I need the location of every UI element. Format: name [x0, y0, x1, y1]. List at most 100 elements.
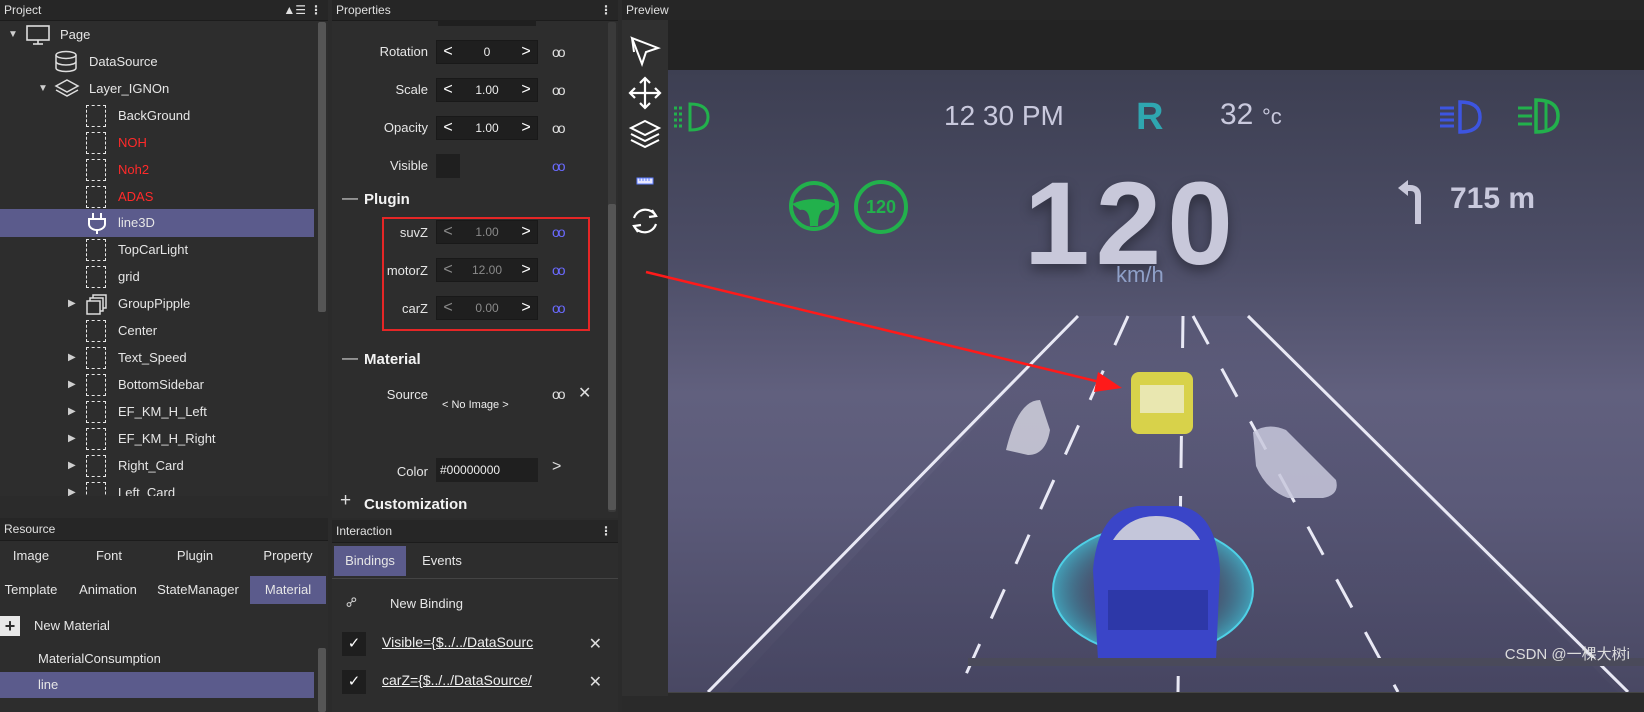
- tab-statemanager[interactable]: StateManager: [150, 576, 246, 604]
- scale-stepper[interactable]: < 1.00 >: [436, 78, 538, 102]
- tab-events[interactable]: Events: [412, 546, 472, 576]
- properties-menu-icon[interactable]: ⋮: [600, 0, 612, 20]
- move-arrows-icon[interactable]: [628, 76, 662, 110]
- binding-link-icon[interactable]: oo: [552, 386, 566, 402]
- rotation-stepper[interactable]: < 0 >: [436, 40, 538, 64]
- tab-property[interactable]: Property: [250, 542, 326, 570]
- decrement-icon[interactable]: <: [439, 41, 457, 63]
- opacity-row: Opacity < 1.00 > oo: [332, 114, 618, 144]
- binding-expression-link[interactable]: carZ={$../../DataSource/: [382, 672, 532, 688]
- preview-panel-title: Preview: [622, 0, 1644, 21]
- expand-arrow-icon[interactable]: ▶: [68, 398, 76, 426]
- interaction-panel-title: Interaction ⋮: [332, 520, 618, 543]
- properties-panel: Properties ⋮ Rotation < 0 > oo Scale < 1…: [332, 0, 618, 518]
- tree-item-line3d[interactable]: line3D: [0, 209, 314, 237]
- resource-scrollbar[interactable]: [318, 648, 326, 712]
- visible-checkbox[interactable]: [436, 154, 460, 178]
- color-picker-arrow-icon[interactable]: >: [552, 458, 561, 476]
- collapse-arrow-icon[interactable]: ▼: [8, 21, 18, 49]
- tree-item-topcarlight[interactable]: TopCarLight: [0, 236, 314, 264]
- new-material-button[interactable]: + New Material: [0, 614, 314, 642]
- tree-item-label: BottomSidebar: [118, 377, 204, 392]
- preview-top-bar: [668, 20, 1644, 70]
- tab-template[interactable]: Template: [0, 576, 62, 604]
- project-menu-icon[interactable]: ⋮: [310, 0, 322, 20]
- project-scrollbar[interactable]: [318, 22, 326, 312]
- expand-arrow-icon[interactable]: ▶: [68, 290, 76, 318]
- tab-plugin[interactable]: Plugin: [160, 542, 230, 570]
- interaction-menu-icon[interactable]: ⋮: [600, 520, 612, 542]
- list-item[interactable]: line: [0, 672, 314, 698]
- decrement-icon[interactable]: <: [439, 79, 457, 101]
- opacity-value[interactable]: 1.00: [457, 117, 517, 139]
- rotation-row: Rotation < 0 > oo: [332, 38, 618, 68]
- tree-item-adas[interactable]: ADAS: [0, 183, 314, 211]
- select-pointer-icon[interactable]: [628, 34, 662, 68]
- binding-link-icon[interactable]: oo: [552, 44, 566, 60]
- group-box-icon: [86, 132, 106, 154]
- resource-panel: Resource Image Font Plugin Property Temp…: [0, 518, 328, 712]
- binding-enabled-checkbox[interactable]: ✓: [342, 632, 366, 656]
- opacity-stepper[interactable]: < 1.00 >: [436, 116, 538, 140]
- tree-item-datasource[interactable]: DataSource: [0, 48, 314, 76]
- expand-arrow-icon[interactable]: ▶: [68, 479, 76, 496]
- tree-item-noh2[interactable]: Noh2: [0, 156, 314, 184]
- tab-image[interactable]: Image: [0, 542, 62, 570]
- increment-icon[interactable]: >: [517, 117, 535, 139]
- expand-arrow-icon[interactable]: ▶: [68, 425, 76, 453]
- tab-font[interactable]: Font: [74, 542, 144, 570]
- collapse-minus-icon[interactable]: —: [342, 350, 358, 368]
- dashboard-preview-viewport[interactable]: 12 30 PM R 32 °c 120 120 km/h 715 m CSDN…: [668, 70, 1644, 692]
- refresh-icon[interactable]: [628, 204, 662, 238]
- expand-arrow-icon[interactable]: ▶: [68, 452, 76, 480]
- sort-list-icon[interactable]: ▲☰: [283, 0, 306, 20]
- tree-item-left-card[interactable]: ▶ Left_Card: [0, 479, 314, 496]
- tree-item-text-speed[interactable]: ▶ Text_Speed: [0, 344, 314, 372]
- binding-link-icon[interactable]: oo: [552, 82, 566, 98]
- color-field[interactable]: #00000000: [436, 458, 538, 482]
- list-item[interactable]: MaterialConsumption: [0, 646, 314, 672]
- expand-arrow-icon[interactable]: ▶: [68, 371, 76, 399]
- expand-plus-icon[interactable]: +: [340, 490, 351, 512]
- tree-item-center[interactable]: Center: [0, 317, 314, 345]
- temperature-unit: °c: [1262, 104, 1282, 129]
- tree-item-background[interactable]: BackGround: [0, 102, 314, 130]
- tree-item-ef-km-h-left[interactable]: ▶ EF_KM_H_Left: [0, 398, 314, 426]
- binding-link-icon[interactable]: oo: [552, 120, 566, 136]
- tree-item-noh[interactable]: NOH: [0, 129, 314, 157]
- tree-item-grouppipple[interactable]: ▶ GroupPipple: [0, 290, 314, 318]
- binding-expression-link[interactable]: Visible={$../../DataSourc: [382, 634, 533, 650]
- scale-value[interactable]: 1.00: [457, 79, 517, 101]
- new-binding-button[interactable]: ⚯ New Binding: [332, 588, 618, 618]
- tree-item-ef-km-h-right[interactable]: ▶ EF_KM_H_Right: [0, 425, 314, 453]
- increment-icon[interactable]: >: [517, 41, 535, 63]
- speed-unit: km/h: [1116, 262, 1164, 287]
- tree-item-page[interactable]: ▼ Page: [0, 21, 314, 49]
- binding-row[interactable]: ✓ carZ={$../../DataSource/ ✕: [332, 664, 618, 700]
- remove-binding-icon[interactable]: ✕: [589, 634, 602, 654]
- increment-icon[interactable]: >: [517, 79, 535, 101]
- tree-item-bottomsidebar[interactable]: ▶ BottomSidebar: [0, 371, 314, 399]
- expand-arrow-icon[interactable]: ▶: [68, 344, 76, 372]
- collapse-arrow-icon[interactable]: ▼: [38, 75, 48, 103]
- tab-material[interactable]: Material: [250, 576, 326, 604]
- tree-item-label: ADAS: [118, 189, 154, 204]
- decrement-icon[interactable]: <: [439, 117, 457, 139]
- binding-enabled-checkbox[interactable]: ✓: [342, 670, 366, 694]
- binding-link-icon[interactable]: oo: [552, 158, 566, 174]
- binding-row[interactable]: ✓ Visible={$../../DataSourc ✕: [332, 626, 618, 662]
- collapse-minus-icon[interactable]: —: [342, 190, 358, 208]
- source-image-placeholder[interactable]: < No Image >: [442, 399, 509, 411]
- tree-item-label: EF_KM_H_Left: [118, 404, 207, 419]
- ruler-icon[interactable]: [628, 166, 662, 200]
- tree-item-right-card[interactable]: ▶ Right_Card: [0, 452, 314, 480]
- rotation-value[interactable]: 0: [457, 41, 517, 63]
- tab-bindings[interactable]: Bindings: [334, 546, 406, 576]
- clear-source-icon[interactable]: ✕: [578, 383, 591, 403]
- tab-animation[interactable]: Animation: [70, 576, 146, 604]
- remove-binding-icon[interactable]: ✕: [589, 672, 602, 692]
- properties-scrollbar[interactable]: [608, 204, 616, 510]
- tree-item-grid[interactable]: grid: [0, 263, 314, 291]
- layers-toggle-icon[interactable]: [628, 118, 662, 152]
- tree-item-layer-ignon[interactable]: ▼ Layer_IGNOn: [0, 75, 314, 103]
